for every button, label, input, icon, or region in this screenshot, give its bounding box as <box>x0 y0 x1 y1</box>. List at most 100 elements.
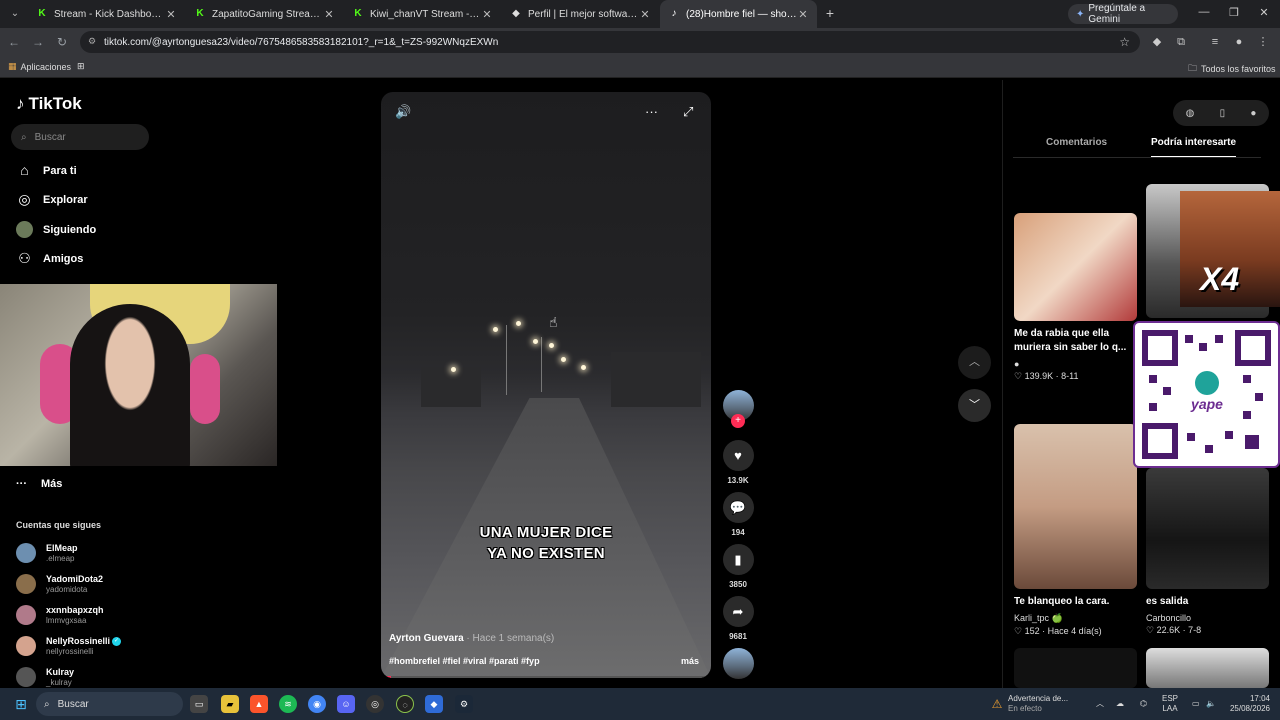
close-tab-icon[interactable]: ✕ <box>323 8 335 21</box>
previous-video-button[interactable]: ︿ <box>958 346 991 379</box>
recommended-video-card[interactable] <box>1014 648 1137 688</box>
more-options-icon[interactable]: ··· <box>645 104 658 119</box>
browser-tab[interactable]: ◆ Perfil | El mejor software para p ✕ <box>502 3 659 25</box>
windows-start-icon[interactable]: ⊞ <box>12 695 30 713</box>
search-input[interactable]: ⌕ Buscar <box>11 124 149 150</box>
close-tab-icon[interactable]: ✕ <box>639 8 651 21</box>
save-button[interactable]: ▮ 3850 <box>722 544 754 589</box>
browser-tab[interactable]: K ZapatitoGaming Stream - Watc ✕ <box>186 3 343 25</box>
kick-icon: K <box>38 8 46 19</box>
tiktok-icon: ♪ <box>671 8 677 19</box>
chrome-icon[interactable]: ◉ <box>308 695 326 713</box>
sound-disc-button[interactable] <box>722 648 754 679</box>
reload-icon[interactable]: ↻ <box>54 34 70 50</box>
app-icon[interactable]: ◆ <box>425 695 443 713</box>
recommended-video-card[interactable]: Me da rabia que ella muriera sin saber l… <box>1014 213 1137 382</box>
spotify-icon[interactable]: ≋ <box>279 695 297 713</box>
browser-tab-active[interactable]: ♪ (28)Hombre fiel — short viral c ✕ <box>660 0 817 28</box>
bookmark-star-icon[interactable]: ☆ <box>1119 35 1130 49</box>
following-account[interactable]: Kulray _kulray <box>16 667 74 687</box>
brave-icon[interactable]: ▲ <box>250 695 268 713</box>
extension-icon[interactable]: ◆ <box>1150 35 1164 49</box>
video-player[interactable]: 🔊 ··· ⤢ UNA MUJER DICE YA NO EXISTEN Ayr… <box>381 92 711 678</box>
tab-recommended[interactable]: Podría interesarte <box>1151 137 1237 158</box>
more-label: Más <box>41 478 63 490</box>
tab-comments[interactable]: Comentarios <box>1046 137 1107 148</box>
nav-explore[interactable]: ◎ Explorar <box>16 191 87 208</box>
taskbar-search[interactable]: ⌕ Buscar <box>36 692 183 716</box>
site-info-icon[interactable]: ⚙ <box>88 36 96 47</box>
warning-icon[interactable]: ⚠ <box>988 695 1006 713</box>
browser-tab[interactable]: K Kiwi_chanVT Stream - Watch Li ✕ <box>344 3 501 25</box>
nav-following[interactable]: Siguiendo <box>16 221 96 238</box>
save-count: 3850 <box>729 580 747 589</box>
search-icon: ⌕ <box>21 131 27 143</box>
warning-notification[interactable]: Advertencia de... En efecto <box>1008 694 1068 714</box>
tab-groups-icon[interactable]: ⊞ <box>77 61 85 72</box>
new-tab-icon[interactable]: + <box>822 5 838 21</box>
share-button[interactable]: ➦ 9681 <box>722 596 754 641</box>
gemini-button[interactable]: ✦ Pregúntale a Gemini <box>1068 3 1178 25</box>
device-icon[interactable]: ▯ <box>1220 108 1226 119</box>
close-window-icon[interactable]: ✕ <box>1254 6 1274 19</box>
video-hashtags[interactable]: #hombrefiel #fiel #viral #parati #fyp <box>389 656 540 666</box>
coin-icon[interactable]: ◍ <box>1186 108 1195 119</box>
tiktok-logo[interactable]: ♪ TikTok <box>16 94 82 114</box>
card-author: Karli_tpc 🍏 <box>1014 613 1063 623</box>
volume-icon[interactable]: 🔊 <box>395 104 411 120</box>
task-view-icon[interactable]: ▭ <box>190 695 208 713</box>
back-icon[interactable]: ← <box>6 34 22 50</box>
following-account[interactable]: ElMeap .elmeap <box>16 543 78 563</box>
next-video-button[interactable]: ﹀ <box>958 389 991 422</box>
apps-bookmark[interactable]: ▦ Aplicaciones <box>8 61 71 72</box>
close-tab-icon[interactable]: ✕ <box>481 8 493 21</box>
nav-for-you[interactable]: ⌂ Para ti <box>16 162 76 179</box>
cloud-icon[interactable]: ☁ <box>1116 699 1124 709</box>
following-account[interactable]: NellyRossinelli ✓ nellyrossinelli <box>16 636 122 656</box>
close-tab-icon[interactable]: ✕ <box>165 8 177 21</box>
app-icon[interactable]: ▰ <box>221 695 239 713</box>
following-account[interactable]: xxnnbapxzqh lmmvgxsaa <box>16 605 104 625</box>
comment-button[interactable]: 💬 194 <box>722 492 754 537</box>
address-bar[interactable]: ⚙ tiktok.com/@ayrtonguesa23/video/767548… <box>80 31 1140 53</box>
monitor-icon[interactable]: ▭ <box>1192 699 1200 709</box>
tab-search-icon[interactable]: ⌄ <box>6 5 24 23</box>
post-time: · Hace 1 semana(s) <box>463 633 555 644</box>
expand-description-button[interactable]: más <box>681 656 699 666</box>
obs-icon[interactable]: ◎ <box>366 695 384 713</box>
media-icon[interactable]: ≡ <box>1208 35 1222 49</box>
network-icon[interactable]: ⌬ <box>1140 699 1147 709</box>
all-bookmarks[interactable]: 🗀 Todos los favoritos <box>1188 61 1276 77</box>
forward-icon[interactable]: → <box>30 34 46 50</box>
profile-avatar-icon[interactable]: ● <box>1250 108 1256 119</box>
account-handle: nellyrossinelli <box>46 647 94 656</box>
close-tab-icon[interactable]: ✕ <box>797 8 809 21</box>
following-account[interactable]: YadomiDota2 yadomidota <box>16 574 103 594</box>
fullscreen-icon[interactable]: ⤢ <box>683 104 693 120</box>
author-name[interactable]: Ayrton Guevara <box>389 633 464 644</box>
like-button[interactable]: ♥ 13.9K <box>722 440 754 485</box>
menu-icon[interactable]: ⋮ <box>1256 35 1270 49</box>
clock[interactable]: 17:04 25/08/2026 <box>1226 694 1270 714</box>
recommended-video-card[interactable]: es salida Carboncillo ♡ 22.6K · 7-8 <box>1146 468 1269 636</box>
video-caption-line2: YA NO EXISTEN <box>487 545 605 562</box>
recommended-video-card[interactable] <box>1146 648 1269 688</box>
profile-icon[interactable]: ● <box>1232 35 1246 49</box>
minimize-icon[interactable]: — <box>1194 6 1214 18</box>
language-indicator[interactable]: ESP LAA <box>1162 694 1178 714</box>
app-icon[interactable]: ◌ <box>396 695 414 713</box>
discord-icon[interactable]: ☺ <box>337 695 355 713</box>
follow-plus-icon[interactable]: + <box>731 414 745 428</box>
restore-icon[interactable]: ❐ <box>1224 6 1244 19</box>
creator-avatar-button[interactable]: + <box>722 390 754 428</box>
recommended-video-card[interactable]: Te blanqueo la cara. Karli_tpc 🍏 ♡ 152 ·… <box>1014 424 1137 637</box>
nav-friends[interactable]: ⚇ Amigos <box>16 250 83 267</box>
more-menu[interactable]: ··· Más <box>16 478 62 490</box>
steam-icon[interactable]: ⚙ <box>455 695 473 713</box>
video-progress-bar[interactable] <box>381 676 711 678</box>
tab-title: Kiwi_chanVT Stream - Watch Li <box>370 8 481 20</box>
browser-tab[interactable]: K Stream - Kick Dashboard ✕ <box>28 3 185 25</box>
tray-chevron-icon[interactable]: ︿ <box>1096 699 1104 709</box>
extensions-puzzle-icon[interactable]: ⧉ <box>1174 35 1188 49</box>
volume-icon[interactable]: 🔈 <box>1206 699 1216 709</box>
